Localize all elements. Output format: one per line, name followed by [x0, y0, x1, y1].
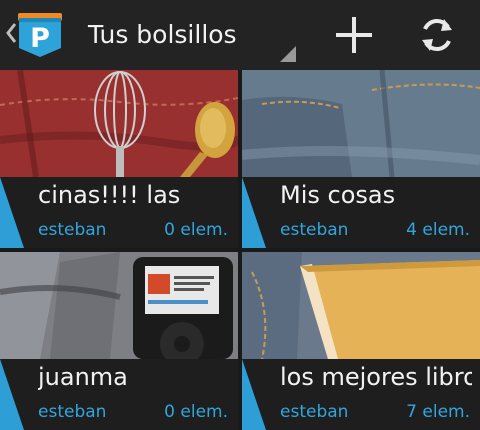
accent-triangle [242, 359, 266, 430]
pocket-item-count: 0 elem. [164, 402, 228, 422]
refresh-icon[interactable] [414, 12, 460, 58]
pocket-item-count: 4 elem. [406, 220, 470, 240]
accent-triangle [0, 177, 24, 248]
pocket-card[interactable]: Mis cosas esteban 4 elem. [242, 70, 480, 248]
pocket-name: juanma [38, 363, 128, 391]
pocket-card[interactable]: cinas!!!! las esteban 0 elem. [0, 70, 238, 248]
pocket-name: cinas!!!! las [38, 181, 181, 209]
pocket-card[interactable]: juanma esteban 0 elem. [0, 252, 238, 430]
pocket-owner[interactable]: esteban [280, 220, 348, 240]
pocket-photo [242, 70, 480, 177]
app-logo-icon[interactable]: P [16, 10, 64, 58]
ipod-in-pocket-image [0, 252, 238, 359]
accent-triangle [242, 177, 266, 248]
pocket-name: Mis cosas [280, 181, 396, 209]
pocket-item-count: 7 elem. [406, 402, 470, 422]
accent-triangle [0, 359, 24, 430]
pocket-owner[interactable]: esteban [280, 402, 348, 422]
pocket-info: juanma esteban 0 elem. [0, 359, 238, 430]
pocket-info: Mis cosas esteban 4 elem. [242, 177, 480, 248]
add-icon[interactable] [331, 12, 377, 58]
pocket-card[interactable]: los mejores libros esteban 7 elem. [242, 252, 480, 430]
pocket-grid: cinas!!!! las esteban 0 elem. Mis cosas … [0, 70, 480, 430]
pocket-item-count: 0 elem. [164, 220, 228, 240]
app-logo-letter: P [30, 23, 50, 54]
pocket-owner[interactable]: esteban [38, 220, 106, 240]
jeans-back-pocket-image [242, 70, 480, 177]
jeans-whisk-spoon-image [0, 70, 238, 177]
page-title: Tus bolsillos [88, 20, 237, 49]
pocket-photo [242, 252, 480, 359]
pocket-photo [0, 70, 238, 177]
pocket-owner[interactable]: esteban [38, 402, 106, 422]
spinner-corner-icon [280, 46, 296, 62]
book-on-jeans-image [242, 252, 480, 359]
pocket-info: los mejores libros esteban 7 elem. [242, 359, 480, 430]
pocket-name: los mejores libros [280, 363, 472, 391]
action-bar: P Tus bolsillos [0, 0, 480, 70]
pocket-info: cinas!!!! las esteban 0 elem. [0, 177, 238, 248]
pocket-selector-spinner[interactable]: Tus bolsillos [80, 8, 296, 62]
pocket-photo [0, 252, 238, 359]
